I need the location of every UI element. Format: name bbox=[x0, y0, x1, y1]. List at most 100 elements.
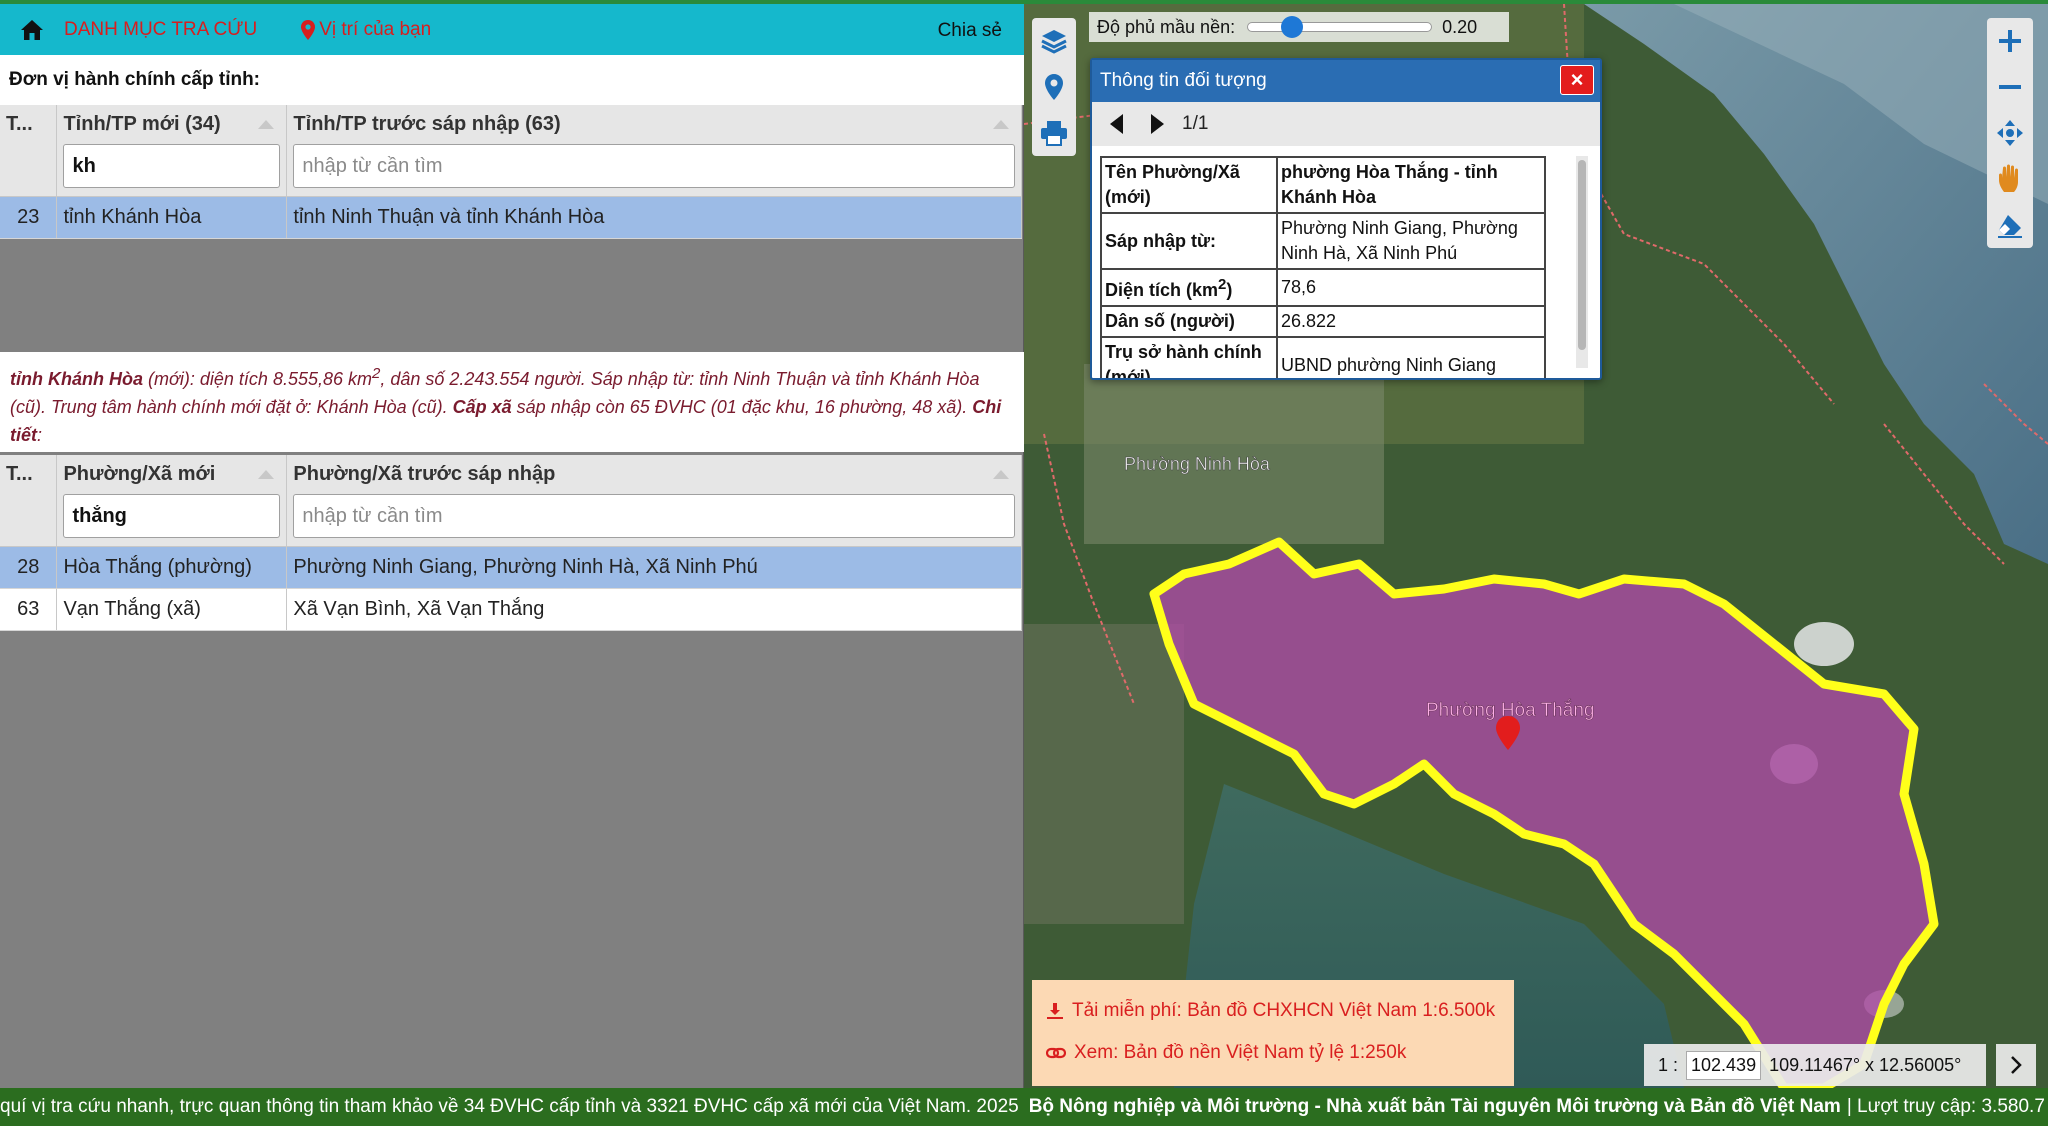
attribute-value: UBND phường Ninh Giang bbox=[1276, 336, 1546, 378]
row-old-names: Phường Ninh Giang, Phường Ninh Hà, Xã Ni… bbox=[286, 546, 1022, 589]
sort-icon[interactable] bbox=[993, 469, 1009, 479]
download-icon bbox=[1047, 1003, 1063, 1019]
map-left-toolbar bbox=[1032, 18, 1076, 156]
scrollbar-thumb[interactable] bbox=[1578, 160, 1586, 350]
commune-level-label: Cấp xã bbox=[452, 397, 512, 417]
top-navbar: DANH MỤC TRA CỨU Vị trí của bạn Chia sẻ bbox=[0, 4, 1024, 55]
close-button[interactable]: × bbox=[1560, 65, 1594, 95]
row-number: 23 bbox=[0, 196, 58, 239]
column-header-new-province[interactable]: Tỉnh/TP mới (34) bbox=[56, 105, 288, 197]
location-pin-icon bbox=[301, 19, 316, 40]
attribute-value: Phường Ninh Giang, Phường Ninh Hà, Xã Ni… bbox=[1276, 212, 1546, 270]
attribute-value: phường Hòa Thắng - tỉnh Khánh Hòa bbox=[1276, 156, 1546, 214]
new-province-filter-input[interactable] bbox=[63, 144, 281, 188]
link-icon bbox=[1046, 1047, 1066, 1059]
attribute-row: Trụ sở hành chính (mới) UBND phường Ninh… bbox=[1100, 336, 1546, 378]
home-icon[interactable] bbox=[0, 4, 64, 55]
opacity-slider-thumb[interactable] bbox=[1280, 16, 1303, 38]
top-accent-bar bbox=[0, 0, 2048, 4]
scale-input[interactable]: 102.439 bbox=[1686, 1050, 1762, 1080]
eraser-icon[interactable] bbox=[1989, 202, 2031, 248]
commune-table: T... Phường/Xã mới Phường/Xã trước sáp n… bbox=[0, 455, 1022, 631]
visit-counter: | Lượt truy cập: 3.580.7 bbox=[1846, 1096, 2045, 1117]
pan-hand-icon[interactable] bbox=[1989, 156, 2031, 202]
column-header-no[interactable]: T... bbox=[0, 455, 58, 547]
zoom-in-icon[interactable] bbox=[1989, 18, 2031, 64]
row-new-name: Hòa Thắng (phường) bbox=[56, 546, 288, 589]
attribute-key: Dân số (người) bbox=[1100, 305, 1278, 338]
download-map-link[interactable]: Tải miễn phí: Bản đồ CHXHCN Việt Nam 1:6… bbox=[1046, 990, 1500, 1032]
attribute-row: Sáp nhập từ: Phường Ninh Giang, Phường N… bbox=[1100, 212, 1546, 270]
map-view[interactable]: Phường Ninh Hòa Phường Hòa Thắng Độ phủ … bbox=[1024, 4, 2048, 1088]
footer-marquee: quí vị tra cứu nhanh, trực quan thông ti… bbox=[0, 1088, 2048, 1126]
popup-scrollbar[interactable] bbox=[1576, 156, 1588, 368]
attribute-key: Diện tích (km2) bbox=[1100, 268, 1278, 307]
province-section-title: Đơn vị hành chính cấp tỉnh: bbox=[0, 55, 1024, 105]
chevron-right-icon[interactable] bbox=[1996, 1044, 2036, 1086]
location-marker-icon[interactable] bbox=[1033, 64, 1075, 110]
basemap-opacity-control: Độ phủ mầu nền: 0.20 bbox=[1089, 12, 1509, 42]
row-old-names: Xã Vạn Bình, Xã Vạn Thắng bbox=[286, 588, 1022, 631]
attribute-key: Trụ sở hành chính (mới) bbox=[1100, 336, 1278, 378]
popup-title: Thông tin đối tượng bbox=[1100, 70, 1267, 91]
coordinate-readout: 109.11467° x 12.56005° bbox=[1769, 1054, 1962, 1075]
attribute-value: 26.822 bbox=[1276, 305, 1546, 338]
place-label-ninh-hoa: Phường Ninh Hòa bbox=[1124, 454, 1271, 474]
scale-coordinate-bar: 1 : 102.439 109.11467° x 12.56005° bbox=[1644, 1044, 1986, 1086]
sort-icon[interactable] bbox=[258, 469, 275, 479]
print-icon[interactable] bbox=[1033, 110, 1075, 156]
previous-arrow-icon[interactable] bbox=[1102, 107, 1132, 141]
row-number: 63 bbox=[0, 588, 58, 631]
table-row[interactable]: 28 Hòa Thắng (phường) Phường Ninh Giang,… bbox=[0, 546, 1022, 589]
row-new-name: tỉnh Khánh Hòa bbox=[56, 196, 288, 239]
province-table: T... Tỉnh/TP mới (34) Tỉnh/TP trước sáp … bbox=[0, 105, 1022, 239]
left-panel: DANH MỤC TRA CỨU Vị trí của bạn Chia sẻ … bbox=[0, 0, 1024, 1088]
commune-table-header: T... Phường/Xã mới Phường/Xã trước sáp n… bbox=[0, 455, 1022, 547]
row-number: 28 bbox=[0, 546, 58, 589]
my-location-link[interactable]: Vị trí của bạn bbox=[301, 19, 431, 41]
view-basemap-link[interactable]: Xem: Bản đồ nền Việt Nam tỷ lệ 1:250k bbox=[1046, 1032, 1500, 1074]
sort-icon[interactable] bbox=[258, 119, 275, 129]
next-arrow-icon[interactable] bbox=[1142, 107, 1172, 141]
column-header-old-province[interactable]: Tỉnh/TP trước sáp nhập (63) bbox=[286, 105, 1022, 197]
row-old-names: tỉnh Ninh Thuận và tỉnh Khánh Hòa bbox=[286, 196, 1022, 239]
row-new-name: Vạn Thắng (xã) bbox=[56, 588, 288, 631]
share-link[interactable]: Chia sẻ bbox=[938, 20, 1002, 42]
opacity-label: Độ phủ mầu nền: bbox=[1097, 16, 1236, 37]
attribute-key: Sáp nhập từ: bbox=[1100, 212, 1278, 270]
pager-count: 1/1 bbox=[1182, 113, 1209, 134]
scale-prefix: 1 : bbox=[1658, 1054, 1679, 1075]
attribute-row: Dân số (người) 26.822 bbox=[1100, 305, 1546, 338]
attribute-row: Diện tích (km2) 78,6 bbox=[1100, 268, 1546, 307]
table-row[interactable]: 63 Vạn Thắng (xã) Xã Vạn Bình, Xã Vạn Th… bbox=[0, 588, 1022, 631]
map-right-toolbar bbox=[1987, 18, 2033, 248]
column-header-new-commune[interactable]: Phường/Xã mới bbox=[56, 455, 288, 547]
attribute-value: 78,6 bbox=[1276, 268, 1546, 307]
attribute-key: Tên Phường/Xã (mới) bbox=[1100, 156, 1278, 214]
feature-info-popup: Thông tin đối tượng × 1/1 Tên Phường/Xã … bbox=[1090, 58, 1602, 380]
lookup-menu-link[interactable]: DANH MỤC TRA CỨU bbox=[64, 19, 257, 41]
column-header-old-commune[interactable]: Phường/Xã trước sáp nhập bbox=[286, 455, 1022, 547]
full-extent-icon[interactable] bbox=[1989, 110, 2031, 156]
footer-text: quí vị tra cứu nhanh, trực quan thông ti… bbox=[0, 1096, 1019, 1117]
column-header-no[interactable]: T... bbox=[0, 105, 58, 197]
my-location-label: Vị trí của bạn bbox=[319, 18, 432, 40]
opacity-value: 0.20 bbox=[1442, 16, 1478, 37]
promo-box: Tải miễn phí: Bản đồ CHXHCN Việt Nam 1:6… bbox=[1032, 980, 1514, 1086]
new-commune-filter-input[interactable] bbox=[63, 494, 281, 538]
sort-icon[interactable] bbox=[993, 119, 1009, 129]
opacity-slider[interactable] bbox=[1247, 16, 1433, 38]
popup-body: Tên Phường/Xã (mới) phường Hòa Thắng - t… bbox=[1092, 146, 1600, 378]
zoom-out-icon[interactable] bbox=[1989, 64, 2031, 110]
layers-icon[interactable] bbox=[1033, 18, 1075, 64]
table-row[interactable]: 23 tỉnh Khánh Hòa tỉnh Ninh Thuận và tỉn… bbox=[0, 196, 1022, 239]
popup-header: Thông tin đối tượng × bbox=[1092, 60, 1600, 102]
feature-attribute-table: Tên Phường/Xã (mới) phường Hòa Thắng - t… bbox=[1100, 156, 1546, 378]
old-commune-filter-input[interactable] bbox=[293, 494, 1015, 538]
popup-pager: 1/1 bbox=[1092, 102, 1600, 146]
attribute-row: Tên Phường/Xã (mới) phường Hòa Thắng - t… bbox=[1100, 156, 1546, 214]
old-province-filter-input[interactable] bbox=[293, 144, 1015, 188]
province-table-header: T... Tỉnh/TP mới (34) Tỉnh/TP trước sáp … bbox=[0, 105, 1022, 197]
province-summary: tỉnh Khánh Hòa (mới): diện tích 8.555,86… bbox=[0, 352, 1024, 452]
footer-publisher: Bộ Nông nghiệp và Môi trường - Nhà xuất … bbox=[1028, 1096, 1841, 1117]
